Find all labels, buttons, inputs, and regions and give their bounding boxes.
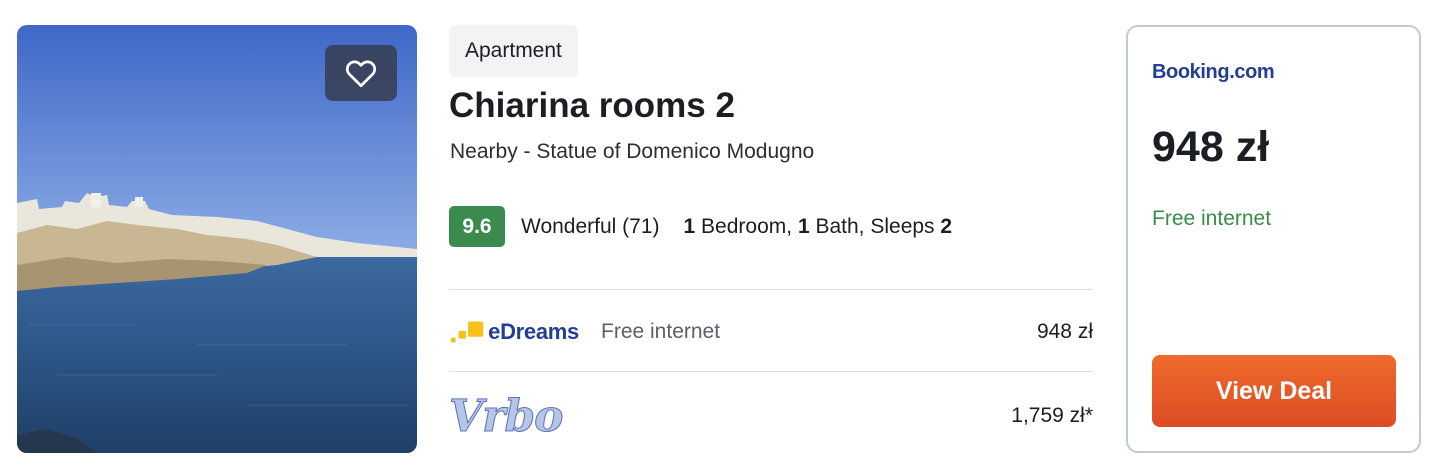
featured-deal-price: 948 zł xyxy=(1152,123,1270,171)
heart-icon xyxy=(345,60,377,88)
bedrooms-count: 1 xyxy=(683,214,696,238)
rating-label[interactable]: Wonderful (71) xyxy=(521,215,660,239)
divider xyxy=(449,371,1093,372)
vrbo-logo-icon: Vrbo xyxy=(448,390,563,442)
edreams-logo-icon xyxy=(450,321,484,343)
bedrooms-label: Bedroom, xyxy=(701,214,793,238)
rating-row: 9.6 Wonderful (71) 1 Bedroom, 1 Bath, Sl… xyxy=(449,206,952,247)
edreams-logo-text: eDreams xyxy=(488,319,579,344)
rating-score-badge: 9.6 xyxy=(449,206,505,247)
deal-feature: Free internet xyxy=(601,320,721,343)
sleeps-count: 2 xyxy=(940,214,953,238)
listing-location: Nearby - Statue of Domenico Modugno xyxy=(450,140,815,163)
favorite-button[interactable] xyxy=(325,45,397,101)
deal-price[interactable]: 1,759 zł* xyxy=(1011,404,1093,428)
edreams-logo: eDreams xyxy=(449,319,579,345)
property-type-badge: Apartment xyxy=(449,25,578,77)
baths-label: Bath, Sleeps xyxy=(815,214,935,238)
deal-price[interactable]: 948 zł xyxy=(1037,320,1093,344)
booking-logo: Booking.com xyxy=(1152,61,1275,83)
featured-deal-card[interactable]: Booking.com 948 zł Free internet View De… xyxy=(1126,25,1421,453)
vrbo-logo: Vrbo xyxy=(448,390,579,442)
listing-title[interactable]: Chiarina rooms 2 xyxy=(449,86,735,126)
deal-row-edreams[interactable]: eDreams Free internet 948 zł xyxy=(449,302,1093,362)
baths-count: 1 xyxy=(797,214,810,238)
property-specs: 1 Bedroom, 1 Bath, Sleeps 2 xyxy=(684,215,953,239)
divider xyxy=(449,289,1093,290)
featured-deal-feature: Free internet xyxy=(1152,207,1272,230)
deal-row-vrbo[interactable]: Vrbo 1,759 zł* xyxy=(448,386,1093,446)
view-deal-button[interactable]: View Deal xyxy=(1152,355,1396,427)
